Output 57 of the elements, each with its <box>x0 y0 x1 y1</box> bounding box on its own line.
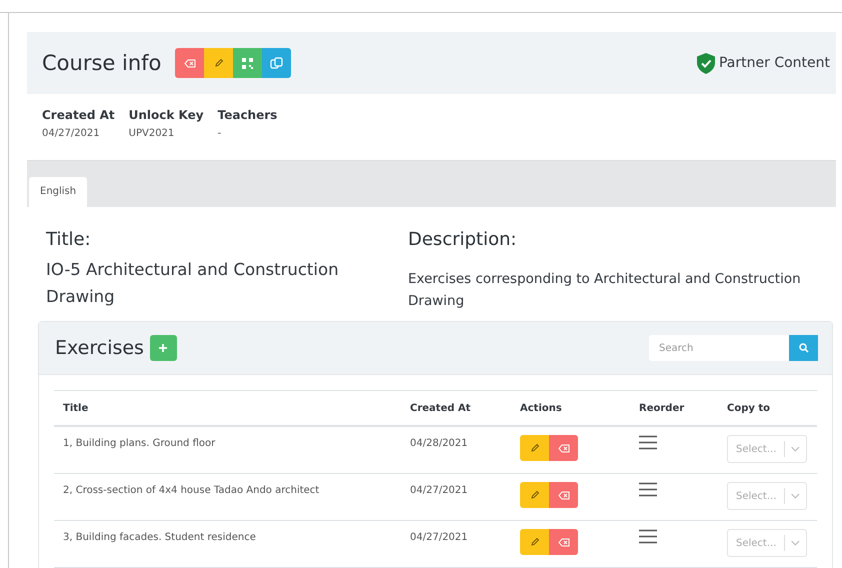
edit-button[interactable] <box>520 529 549 555</box>
delete-button[interactable] <box>549 482 578 508</box>
table-cell-text: 04/27/2021 <box>409 484 469 496</box>
delete-button[interactable] <box>549 529 578 555</box>
backspace-icon <box>558 444 570 452</box>
copy-icon <box>270 56 284 70</box>
course-description: Exercises corresponding to Architectural and Construction Drawing <box>408 270 802 311</box>
pencil-icon <box>530 537 540 547</box>
table-cell-text: 2, Cross-section of 4x4 house Tadao Ando architect <box>62 484 320 496</box>
drag-handle-icon[interactable] <box>639 482 657 497</box>
field-label: Title: <box>46 229 92 250</box>
pencil-icon <box>214 58 224 68</box>
plus-icon <box>159 344 168 352</box>
pencil-icon <box>530 490 540 500</box>
meta-label: Unlock Key <box>128 108 204 122</box>
partner-badge-text: Partner Content <box>718 55 830 71</box>
column-header: Reorder <box>638 402 686 414</box>
table-cell-text: 04/27/2021 <box>409 531 469 543</box>
backspace-icon <box>558 538 570 546</box>
column-header: Created At <box>409 402 472 414</box>
delete-button[interactable] <box>549 435 578 461</box>
backspace-icon <box>558 490 570 500</box>
table-cell-text: 3, Building facades. Student residence <box>62 531 257 543</box>
language-tab[interactable]: English <box>29 177 88 207</box>
backspace-icon <box>184 58 196 68</box>
search-field[interactable]: Search <box>649 335 789 361</box>
shield-check-icon <box>696 52 715 74</box>
delete-button[interactable] <box>175 48 204 78</box>
qr-code-icon <box>242 58 254 68</box>
copy-button[interactable] <box>262 48 292 78</box>
table-cell-text: 1, Building plans. Ground floor <box>62 437 216 449</box>
section-title: Exercises <box>55 337 144 359</box>
copy-to-select[interactable]: Select... <box>727 482 807 510</box>
drag-handle-icon[interactable] <box>639 435 657 450</box>
copy-to-select[interactable]: Select... <box>727 529 807 557</box>
course-title: IO-5 Architectural and Construction Drawing <box>46 259 340 308</box>
meta-label: Teachers <box>218 108 278 122</box>
field-label: Description: <box>408 229 518 250</box>
edit-button[interactable] <box>520 482 549 508</box>
table-cell-text: 04/28/2021 <box>409 437 469 449</box>
qr-code-button[interactable] <box>233 48 262 78</box>
drag-handle-icon[interactable] <box>639 529 657 544</box>
column-header: Copy to <box>726 402 772 414</box>
edit-button[interactable] <box>520 435 549 461</box>
meta-value: 04/27/2021 <box>42 128 101 139</box>
search-button[interactable] <box>789 335 818 361</box>
meta-value: UPV2021 <box>128 128 176 139</box>
meta-label: Created At <box>42 108 115 122</box>
add-button[interactable] <box>150 335 177 361</box>
column-header: Actions <box>519 402 563 414</box>
search-icon <box>798 343 808 353</box>
column-header: Title <box>62 402 90 414</box>
meta-value: - <box>218 128 222 139</box>
copy-to-select[interactable]: Select... <box>727 435 807 463</box>
page-title: Course info <box>42 51 162 75</box>
edit-button[interactable] <box>204 48 234 78</box>
pencil-icon <box>530 443 540 453</box>
